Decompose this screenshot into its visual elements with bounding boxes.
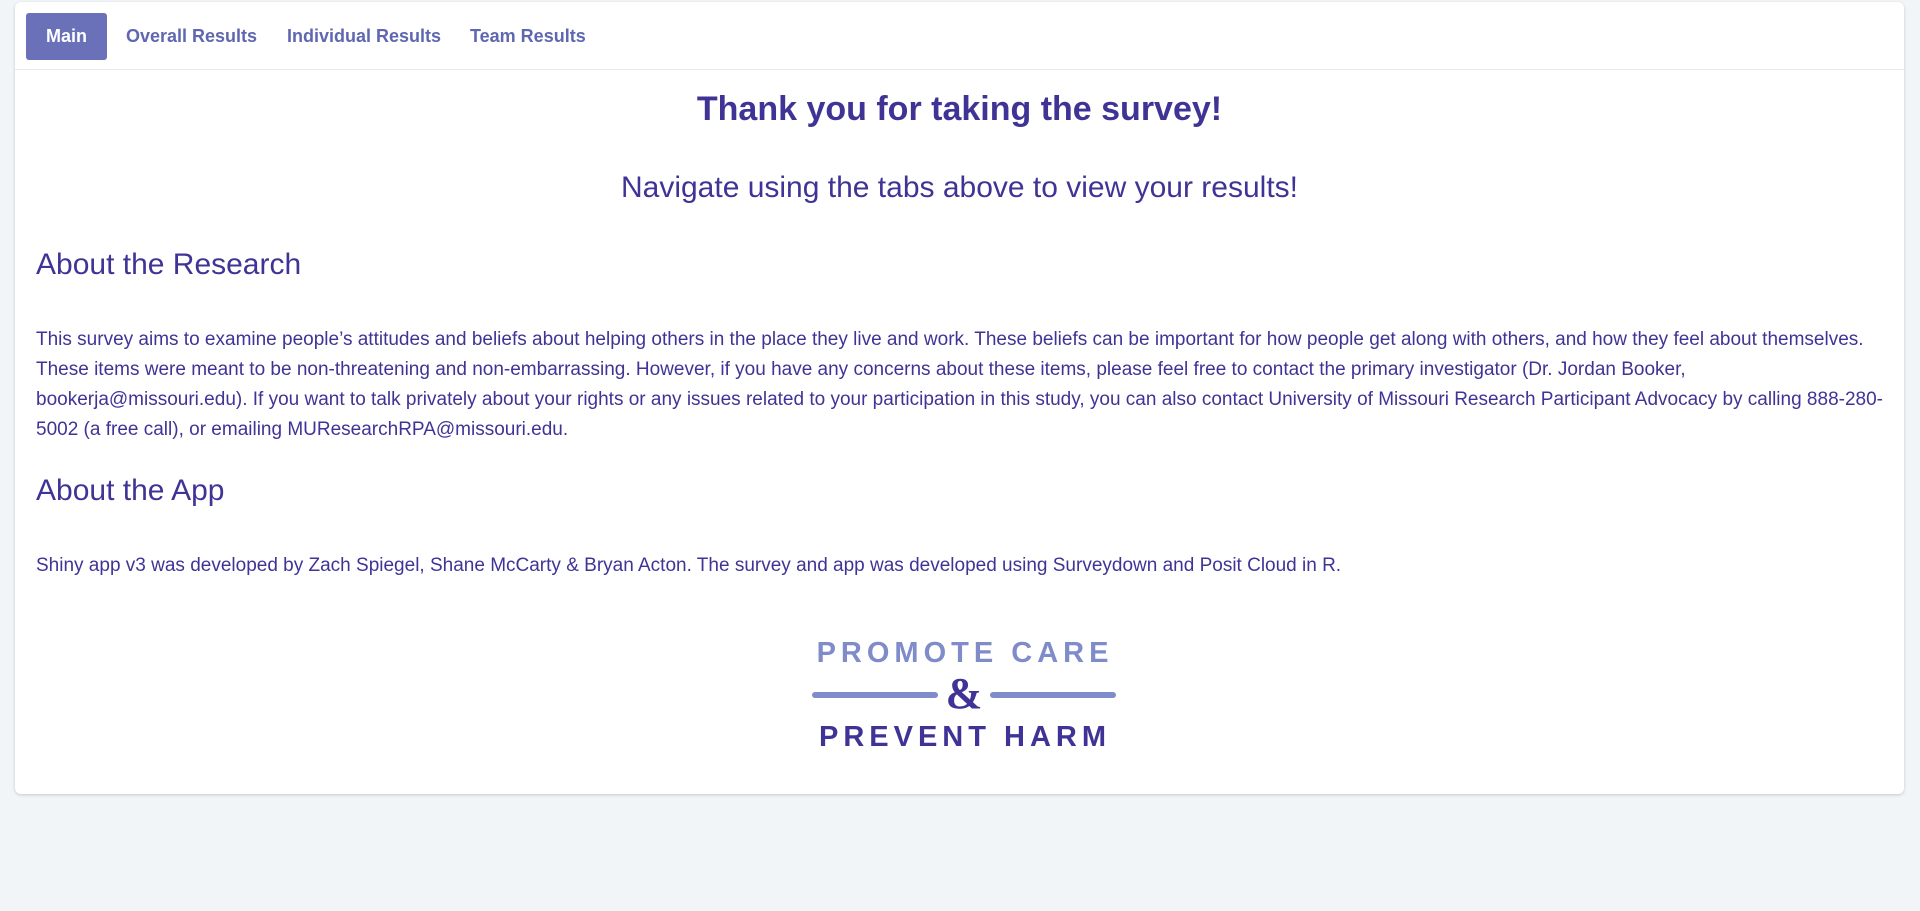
- tab-main[interactable]: Main: [26, 13, 108, 60]
- app-paragraph: Shiny app v3 was developed by Zach Spieg…: [36, 555, 1342, 576]
- logo-line1: PROMOTE CARE: [817, 637, 1114, 669]
- app-heading: About the App: [36, 474, 225, 507]
- tab-overall-results[interactable]: Overall Results: [126, 13, 257, 60]
- main-card: Main Overall Results Individual Results …: [15, 2, 1904, 794]
- tab-bar: Main Overall Results Individual Results …: [15, 2, 1904, 70]
- tab-individual-results[interactable]: Individual Results: [287, 13, 441, 60]
- research-heading: About the Research: [36, 248, 302, 281]
- promote-care-prevent-harm-logo: PROMOTE CARE & PREVENT HARM: [812, 637, 1116, 753]
- research-paragraph: This survey aims to examine people’s att…: [36, 329, 1883, 440]
- tab-team-results[interactable]: Team Results: [470, 13, 586, 60]
- page-title: Thank you for taking the survey!: [696, 90, 1223, 128]
- logo-ampersand: &: [946, 669, 983, 718]
- logo-line2: PREVENT HARM: [819, 721, 1111, 753]
- page-subtitle: Navigate using the tabs above to view yo…: [620, 171, 1299, 204]
